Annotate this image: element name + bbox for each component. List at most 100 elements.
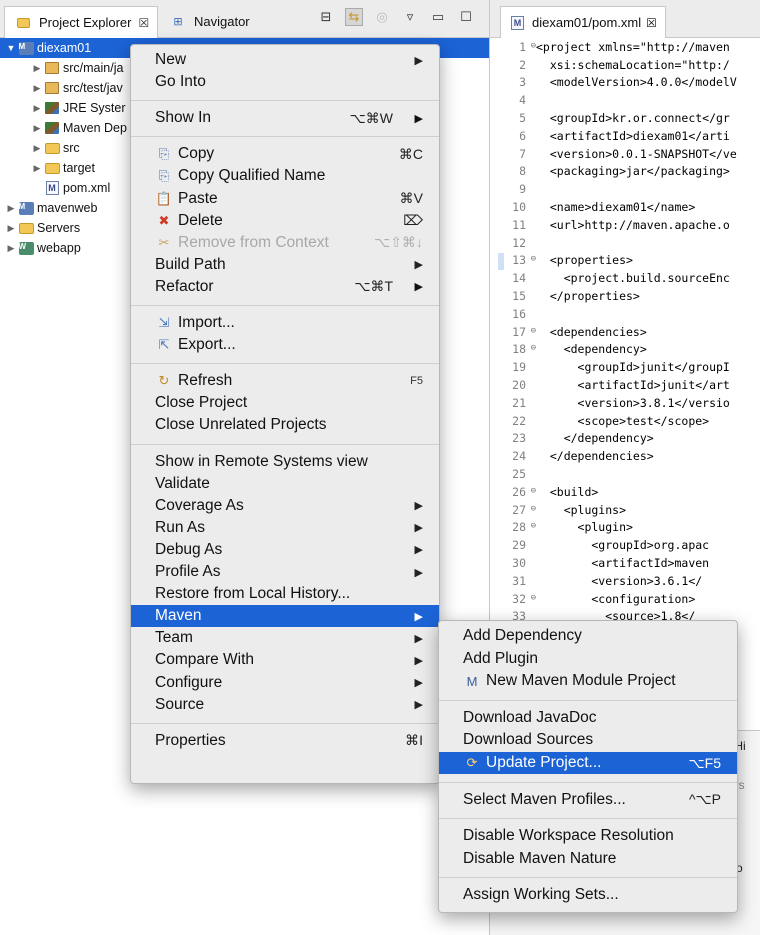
- fold-icon[interactable]: ⊖: [531, 326, 536, 336]
- chevron-right-icon[interactable]: ▶: [6, 223, 16, 234]
- menu-item-new[interactable]: New ▶: [131, 49, 439, 71]
- menu-item-assign-working-sets[interactable]: Assign Working Sets...: [439, 884, 737, 906]
- chevron-right-icon[interactable]: ▶: [32, 123, 42, 134]
- fold-icon[interactable]: ⊖: [531, 254, 536, 264]
- code-line[interactable]: 19 <groupId>junit</groupI: [490, 358, 760, 376]
- menu-item-show-in-remote-systems-view[interactable]: Show in Remote Systems view: [131, 451, 439, 473]
- code-line[interactable]: 18 ⊖ <dependency>: [490, 341, 760, 359]
- menu-item-maven[interactable]: Maven ▶: [131, 605, 439, 628]
- code-line[interactable]: 29 <groupId>org.apac: [490, 536, 760, 554]
- menu-item-disable-workspace-resolution[interactable]: Disable Workspace Resolution: [439, 825, 737, 847]
- code-line[interactable]: 11 <url>http://maven.apache.o: [490, 216, 760, 234]
- menu-item-coverage-as[interactable]: Coverage As ▶: [131, 495, 439, 517]
- code-line[interactable]: 3 <modelVersion>4.0.0</modelV: [490, 74, 760, 92]
- code-line[interactable]: 17 ⊖ <dependencies>: [490, 323, 760, 341]
- tab-navigator[interactable]: ⊞ Navigator: [160, 6, 258, 36]
- menu-item-show-in[interactable]: Show In ⌥⌘W ▶: [131, 107, 439, 129]
- menu-item-validate[interactable]: Validate: [131, 473, 439, 495]
- code-area[interactable]: 1 ⊖ <project xmlns="http://maven 2 xsi:sche…: [490, 38, 760, 661]
- menu-item-build-path[interactable]: Build Path ▶: [131, 254, 439, 276]
- menu-item-run-as[interactable]: Run As ▶: [131, 517, 439, 539]
- menu-item-close-project[interactable]: Close Project: [131, 392, 439, 414]
- chevron-right-icon[interactable]: ▶: [32, 83, 42, 94]
- code-line[interactable]: 9: [490, 180, 760, 198]
- menu-item-close-unrelated-projects[interactable]: Close Unrelated Projects: [131, 414, 439, 436]
- code-line[interactable]: 30 <artifactId>maven: [490, 554, 760, 572]
- code-line[interactable]: 2 xsi:schemaLocation="http:/: [490, 56, 760, 74]
- fold-icon[interactable]: ⊖: [531, 593, 536, 603]
- focus-icon[interactable]: ◎: [373, 8, 391, 26]
- chevron-right-icon[interactable]: ▶: [32, 143, 42, 154]
- menu-item-paste[interactable]: 📋 Paste ⌘V: [131, 188, 439, 210]
- code-line[interactable]: 6 <artifactId>diexam01</arti: [490, 127, 760, 145]
- code-line[interactable]: 1 ⊖ <project xmlns="http://maven: [490, 38, 760, 56]
- menu-item-compare-with[interactable]: Compare With ▶: [131, 649, 439, 671]
- menu-item-add-plugin[interactable]: Add Plugin: [439, 648, 737, 670]
- fold-icon[interactable]: ⊖: [531, 486, 536, 496]
- chevron-right-icon[interactable]: ▶: [32, 63, 42, 74]
- chevron-right-icon[interactable]: ▶: [6, 243, 16, 254]
- fold-icon[interactable]: ⊖: [531, 41, 536, 51]
- collapse-all-icon[interactable]: ⊟: [317, 8, 335, 26]
- menu-item-select-maven-profiles[interactable]: Select Maven Profiles... ^⌥P: [439, 789, 737, 811]
- menu-item-export[interactable]: ⇱ Export...: [131, 334, 439, 356]
- menu-item-download-javadoc[interactable]: Download JavaDoc: [439, 707, 737, 729]
- code-line[interactable]: 5 <groupId>kr.or.connect</gr: [490, 109, 760, 127]
- code-line[interactable]: 15 </properties>: [490, 287, 760, 305]
- code-line[interactable]: 28 ⊖ <plugin>: [490, 519, 760, 537]
- code-line[interactable]: 31 <version>3.6.1</: [490, 572, 760, 590]
- menu-item-delete[interactable]: ✖ Delete ⌦: [131, 210, 439, 232]
- fold-icon[interactable]: ⊖: [531, 521, 536, 531]
- close-icon[interactable]: ☒: [138, 16, 149, 30]
- chevron-down-icon[interactable]: ▼: [6, 43, 16, 53]
- tab-project-explorer[interactable]: Project Explorer ☒: [4, 6, 159, 38]
- menu-item-download-sources[interactable]: Download Sources: [439, 729, 737, 751]
- chevron-right-icon[interactable]: ▶: [32, 163, 42, 174]
- menu-item-refactor[interactable]: Refactor ⌥⌘T ▶: [131, 276, 439, 298]
- menu-item-disable-maven-nature[interactable]: Disable Maven Nature: [439, 848, 737, 870]
- menu-item-properties[interactable]: Properties ⌘I: [131, 730, 439, 752]
- code-line[interactable]: 24 </dependencies>: [490, 447, 760, 465]
- code-line[interactable]: 22 <scope>test</scope>: [490, 412, 760, 430]
- code-line[interactable]: 14 <project.build.sourceEnc: [490, 269, 760, 287]
- tab-pom-xml[interactable]: M diexam01/pom.xml ☒: [500, 6, 666, 38]
- menu-item-refresh[interactable]: ↻ Refresh F5: [131, 370, 439, 392]
- menu-item-restore-from-local-history[interactable]: Restore from Local History...: [131, 583, 439, 605]
- menu-item-team[interactable]: Team ▶: [131, 627, 439, 649]
- maximize-icon[interactable]: ☐: [457, 8, 475, 26]
- code-line[interactable]: 25: [490, 465, 760, 483]
- code-line[interactable]: 16: [490, 305, 760, 323]
- code-line[interactable]: 4: [490, 91, 760, 109]
- menu-item-copy[interactable]: ⎘ Copy ⌘C: [131, 143, 439, 165]
- menu-item-configure[interactable]: Configure ▶: [131, 672, 439, 694]
- menu-item-profile-as[interactable]: Profile As ▶: [131, 561, 439, 583]
- chevron-right-icon[interactable]: ▶: [6, 203, 16, 214]
- chevron-right-icon[interactable]: ▶: [32, 103, 42, 114]
- menu-item-update-project[interactable]: ⟳ Update Project... ⌥F5: [439, 752, 737, 774]
- menu-item-copy-qualified-name[interactable]: ⎘ Copy Qualified Name: [131, 165, 439, 187]
- code-line[interactable]: 21 <version>3.8.1</versio: [490, 394, 760, 412]
- minimize-icon[interactable]: ▭: [429, 8, 447, 26]
- code-line[interactable]: 27 ⊖ <plugins>: [490, 501, 760, 519]
- menu-item-add-dependency[interactable]: Add Dependency: [439, 625, 737, 647]
- menu-item-debug-as[interactable]: Debug As ▶: [131, 539, 439, 561]
- code-line[interactable]: 26 ⊖ <build>: [490, 483, 760, 501]
- code-line[interactable]: 10 <name>diexam01</name>: [490, 198, 760, 216]
- link-with-editor-icon[interactable]: ⇆: [345, 8, 363, 26]
- close-icon[interactable]: ☒: [646, 16, 657, 30]
- menu-item-remove-from-context[interactable]: ✂ Remove from Context ⌥⇧⌘↓: [131, 232, 439, 254]
- fold-icon[interactable]: ⊖: [531, 504, 536, 514]
- code-line[interactable]: 13 ⊖ <properties>: [490, 252, 760, 271]
- menu-item-source[interactable]: Source ▶: [131, 694, 439, 716]
- fold-icon[interactable]: ⊖: [531, 343, 536, 353]
- code-line[interactable]: 8 <packaging>jar</packaging>: [490, 163, 760, 181]
- view-menu-icon[interactable]: ▿: [401, 8, 419, 26]
- code-line[interactable]: 23 </dependency>: [490, 430, 760, 448]
- code-line[interactable]: 20 <artifactId>junit</art: [490, 376, 760, 394]
- code-line[interactable]: 7 <version>0.0.1-SNAPSHOT</ve: [490, 145, 760, 163]
- code-line[interactable]: 32 ⊖ <configuration>: [490, 590, 760, 608]
- menu-item-go-into[interactable]: Go Into: [131, 71, 439, 93]
- menu-item-import[interactable]: ⇲ Import...: [131, 312, 439, 334]
- menu-item-new-maven-module-project[interactable]: M New Maven Module Project: [439, 670, 737, 692]
- code-line[interactable]: 12: [490, 234, 760, 252]
